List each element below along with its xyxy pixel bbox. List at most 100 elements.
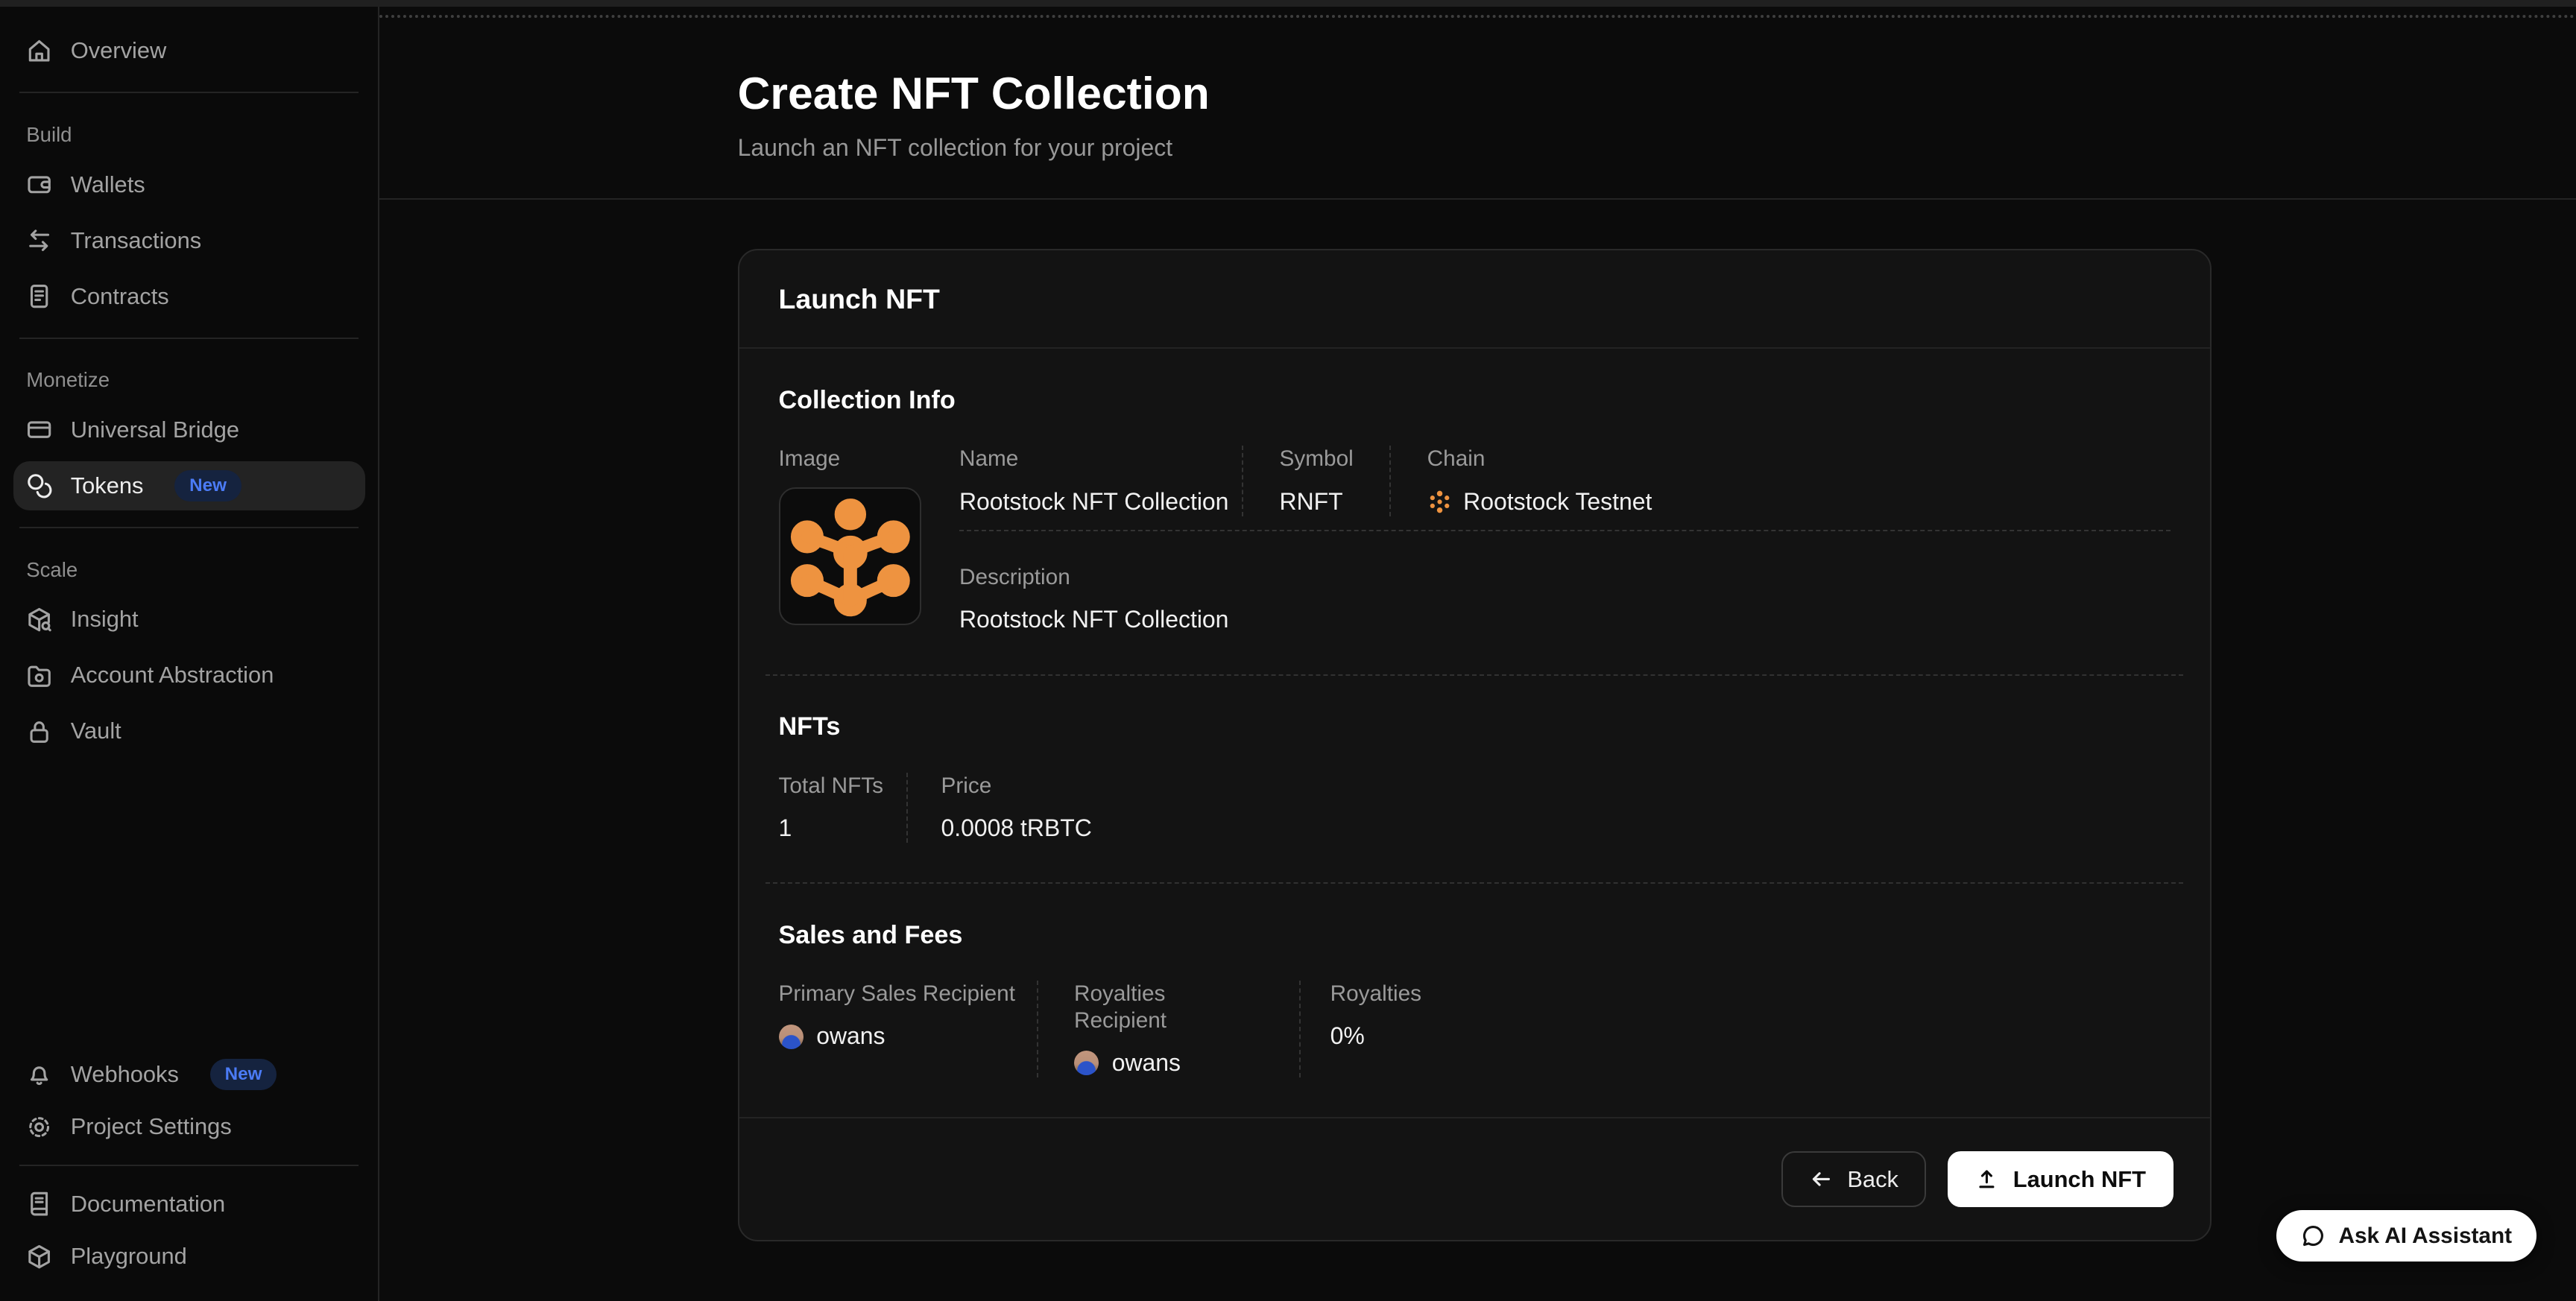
shell: Overview Build Wallets Transactions	[0, 7, 2576, 1301]
collection-fields-row: Name Rootstock NFT Collection Symbol RNF…	[959, 446, 2171, 516]
sidebar-item-project-settings[interactable]: Project Settings	[13, 1102, 365, 1151]
section-title: Sales and Fees	[779, 920, 2171, 952]
total-nfts-label: Total NFTs	[779, 773, 907, 799]
nfts-row: Total NFTs 1 Price 0.0008 tRBTC	[779, 773, 2171, 843]
royalties-recipient-field: Royalties Recipient owans	[1037, 981, 1299, 1077]
sidebar-item-transactions[interactable]: Transactions	[13, 216, 365, 265]
launch-nft-button-label: Launch NFT	[2013, 1166, 2146, 1193]
upload-icon	[1975, 1168, 1998, 1191]
sidebar-item-label: Documentation	[71, 1191, 225, 1218]
sidebar-item-universal-bridge[interactable]: Universal Bridge	[13, 405, 365, 455]
primary-sales-recipient-label: Primary Sales Recipient	[779, 981, 1037, 1007]
sidebar-item-label: Project Settings	[71, 1113, 232, 1140]
name-value: Rootstock NFT Collection	[959, 487, 1242, 517]
price-field: Price 0.0008 tRBTC	[906, 773, 1091, 843]
dashed-row-divider	[959, 530, 2171, 531]
collection-image-preview	[779, 487, 922, 625]
folder-shield-icon	[26, 662, 52, 689]
sidebar-divider	[19, 338, 358, 339]
bell-icon	[26, 1061, 52, 1087]
wallet-icon	[26, 171, 52, 197]
royalties-recipient-value: owans	[1074, 1048, 1263, 1078]
sidebar-item-documentation[interactable]: Documentation	[13, 1180, 365, 1229]
chat-bubble-icon	[2301, 1224, 2326, 1248]
name-field: Name Rootstock NFT Collection	[959, 446, 1242, 516]
royalties-field: Royalties 0%	[1299, 981, 2171, 1077]
lock-icon	[26, 718, 52, 744]
description-field: Description Rootstock NFT Collection	[959, 564, 2171, 635]
sales-row: Primary Sales Recipient owans Royalties …	[779, 981, 2171, 1077]
ask-ai-assistant-label: Ask AI Assistant	[2338, 1224, 2512, 1249]
description-value: Rootstock NFT Collection	[959, 605, 2171, 635]
window-top-strip	[0, 0, 2576, 7]
sidebar-item-tokens[interactable]: Tokens New	[13, 461, 365, 510]
page-header: Create NFT Collection Launch an NFT coll…	[379, 18, 2576, 200]
sidebar-heading-monetize: Monetize	[0, 368, 378, 392]
section-title: NFTs	[779, 712, 2171, 743]
new-badge: New	[210, 1059, 277, 1090]
page-content: Launch NFT Collection Info Image	[379, 200, 2576, 1241]
collection-grid: Image	[779, 446, 2171, 634]
sidebar-item-label: Insight	[71, 606, 139, 633]
back-button[interactable]: Back	[1781, 1151, 1926, 1207]
image-label: Image	[779, 446, 959, 472]
chain-label: Chain	[1427, 446, 2171, 472]
total-nfts-field: Total NFTs 1	[779, 773, 907, 843]
page-title: Create NFT Collection	[738, 64, 2576, 123]
sidebar-item-overview[interactable]: Overview	[13, 26, 365, 75]
sidebar-heading-build: Build	[0, 123, 378, 147]
recipient-name: owans	[1112, 1048, 1181, 1078]
nft-collection-image	[787, 496, 914, 617]
arrow-left-icon	[1810, 1168, 1833, 1191]
recipient-name: owans	[816, 1022, 885, 1051]
description-label: Description	[959, 564, 2171, 590]
card-header: Launch NFT	[739, 250, 2210, 349]
royalties-recipient-label: Royalties Recipient	[1074, 981, 1263, 1033]
sidebar-item-insight[interactable]: Insight	[13, 595, 365, 644]
cube-icon	[26, 1244, 52, 1270]
sidebar-divider	[19, 1165, 358, 1166]
sidebar-item-contracts[interactable]: Contracts	[13, 272, 365, 321]
chain-value-row: Rootstock Testnet	[1427, 487, 2171, 517]
back-button-label: Back	[1847, 1166, 1898, 1193]
avatar	[779, 1025, 804, 1049]
sidebar-item-playground[interactable]: Playground	[13, 1232, 365, 1281]
sidebar: Overview Build Wallets Transactions	[0, 7, 379, 1301]
gear-icon	[26, 1114, 52, 1140]
collection-fields: Name Rootstock NFT Collection Symbol RNF…	[959, 446, 2171, 634]
sidebar-heading-scale: Scale	[0, 558, 378, 582]
symbol-value: RNFT	[1280, 487, 1354, 517]
chain-field: Chain	[1389, 446, 2171, 516]
page-subtitle: Launch an NFT collection for your projec…	[738, 131, 2576, 164]
ask-ai-assistant-button[interactable]: Ask AI Assistant	[2276, 1210, 2536, 1261]
sidebar-item-vault[interactable]: Vault	[13, 706, 365, 756]
collection-info-section: Collection Info Image	[739, 349, 2210, 674]
symbol-field: Symbol RNFT	[1242, 446, 1389, 516]
contract-file-icon	[26, 283, 52, 309]
sidebar-item-label: Transactions	[71, 227, 201, 254]
sidebar-item-label: Wallets	[71, 171, 145, 198]
primary-sales-recipient-value: owans	[779, 1022, 1037, 1051]
sidebar-bottom-group: Webhooks New Project Settings Documentat…	[0, 1046, 378, 1284]
sidebar-item-wallets[interactable]: Wallets	[13, 160, 365, 209]
sidebar-item-webhooks[interactable]: Webhooks New	[13, 1050, 365, 1099]
sidebar-item-label: Playground	[71, 1243, 187, 1270]
sidebar-item-label: Universal Bridge	[71, 417, 239, 443]
home-icon	[26, 38, 52, 64]
rootstock-chain-icon	[1427, 490, 1452, 514]
price-value: 0.0008 tRBTC	[941, 814, 1092, 843]
card-footer: Back Launch NFT	[739, 1117, 2210, 1240]
primary-sales-recipient-field: Primary Sales Recipient owans	[779, 981, 1037, 1077]
sidebar-item-account-abstraction[interactable]: Account Abstraction	[13, 650, 365, 700]
sidebar-item-label: Webhooks	[71, 1061, 179, 1088]
price-label: Price	[941, 773, 1092, 799]
royalties-value: 0%	[1330, 1022, 2171, 1051]
launch-nft-card: Launch NFT Collection Info Image	[738, 249, 2212, 1241]
launch-nft-button[interactable]: Launch NFT	[1948, 1151, 2174, 1207]
package-search-icon	[26, 607, 52, 633]
main-area: Create NFT Collection Launch an NFT coll…	[379, 7, 2576, 1301]
royalties-label: Royalties	[1330, 981, 2171, 1007]
new-badge: New	[174, 470, 242, 501]
sidebar-item-label: Contracts	[71, 283, 169, 310]
section-title: Collection Info	[779, 385, 2171, 417]
